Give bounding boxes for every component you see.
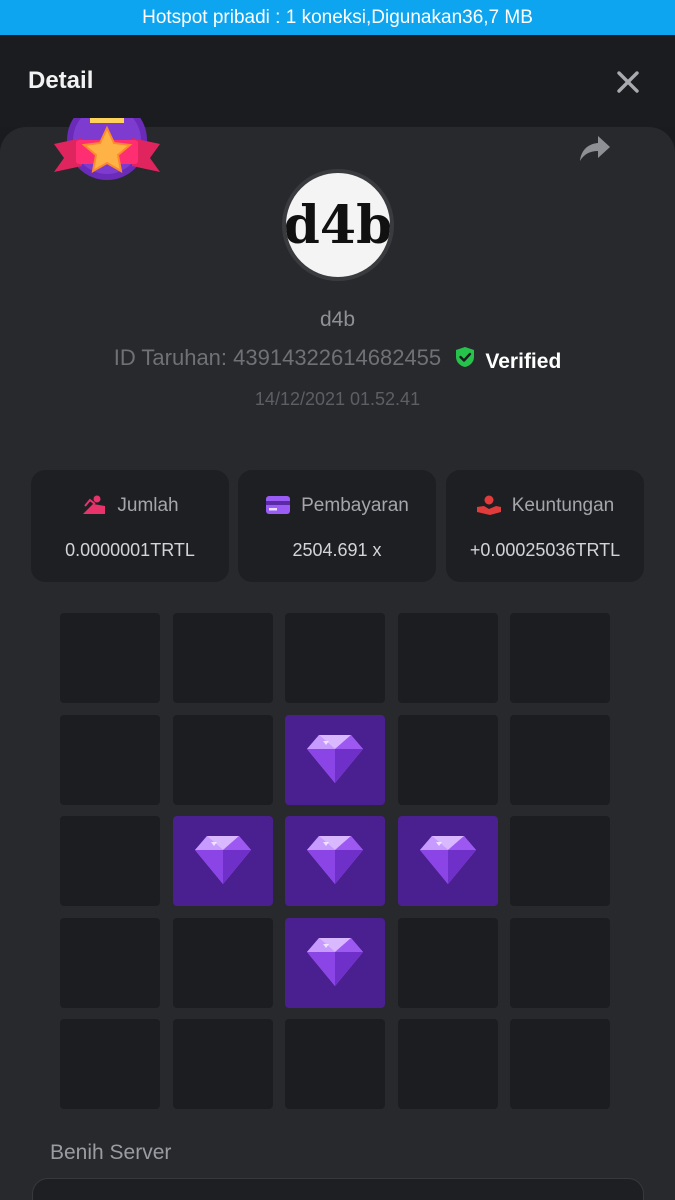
board-cell-gem[interactable] — [397, 816, 498, 906]
board-cell[interactable] — [510, 714, 610, 805]
stat-profit-label: Keuntungan — [511, 495, 615, 516]
bet-id-row: ID Taruhan: 43914322614682455 Verified — [0, 345, 675, 374]
share-button[interactable] — [578, 132, 612, 164]
gem-icon — [307, 836, 363, 884]
board-cell-gem[interactable] — [285, 714, 385, 805]
stat-payout-value: 2504.691 x — [292, 540, 382, 560]
coins-icon — [83, 495, 106, 514]
board-cell[interactable] — [285, 613, 385, 703]
win-badge — [52, 100, 162, 190]
board-cell[interactable] — [510, 1019, 610, 1109]
gem-icon — [419, 836, 476, 884]
verified-shield-icon — [456, 347, 475, 367]
share-icon — [580, 136, 610, 161]
board-cell[interactable] — [60, 816, 160, 906]
username: d4b — [319, 308, 356, 331]
board-cell[interactable] — [172, 613, 273, 703]
board-cell[interactable] — [60, 1019, 160, 1109]
gem-icon — [307, 734, 363, 783]
header: Detail — [0, 35, 675, 127]
board-cell[interactable] — [60, 917, 160, 1008]
board-cell-gem[interactable] — [285, 917, 385, 1008]
board-cell[interactable] — [510, 816, 610, 906]
bet-id-text: ID Taruhan: 43914322614682455 — [113, 345, 442, 370]
close-icon — [617, 71, 639, 93]
page-title: Detail — [28, 67, 94, 94]
stat-amount-label: Jumlah — [117, 495, 179, 516]
stat-amount-value: 0.0000001TRTL — [65, 540, 195, 560]
board-cell[interactable] — [172, 714, 273, 805]
verified-label: Verified — [485, 350, 562, 373]
stat-profit-value: +0.00025036TRTL — [469, 540, 621, 560]
board-cell[interactable] — [397, 714, 498, 805]
card-icon — [266, 496, 291, 514]
svg-text:d4b: d4b — [286, 195, 390, 256]
hotspot-status-text: Hotspot pribadi : 1 koneksi,Digunakan36,… — [142, 7, 533, 28]
server-seed-field[interactable] — [32, 1178, 644, 1200]
avatar: d4b — [282, 169, 394, 281]
board-cell[interactable] — [60, 613, 160, 703]
verified-badge: Verified — [455, 346, 561, 374]
bet-timestamp: 14/12/2021 01.52.41 — [254, 389, 421, 409]
server-seed-label: Benih Server — [50, 1141, 172, 1164]
board-cell[interactable] — [397, 1019, 498, 1109]
board-cell[interactable] — [510, 917, 610, 1008]
stat-amount: Jumlah 0.0000001TRTL — [31, 470, 229, 582]
hand-profit-icon — [476, 495, 501, 515]
stat-payout-label: Pembayaran — [301, 495, 409, 516]
board-cell-gem[interactable] — [285, 816, 385, 906]
gem-icon — [307, 937, 363, 986]
board-cell[interactable] — [172, 1019, 273, 1109]
board-cell[interactable] — [285, 1019, 385, 1109]
hotspot-status-bar[interactable]: Hotspot pribadi : 1 koneksi,Digunakan36,… — [0, 0, 675, 35]
win-star-badge-icon — [54, 100, 160, 180]
board-cell[interactable] — [397, 613, 498, 703]
stat-profit: Keuntungan +0.00025036TRTL — [446, 470, 644, 582]
board-cell[interactable] — [60, 714, 160, 805]
avatar-logo: d4b — [286, 195, 390, 256]
close-button[interactable] — [612, 66, 644, 98]
board-cell[interactable] — [397, 917, 498, 1008]
board-cell-gem[interactable] — [172, 816, 273, 906]
gem-icon — [194, 836, 251, 884]
stat-payout: Pembayaran 2504.691 x — [238, 470, 436, 582]
board-cell[interactable] — [172, 917, 273, 1008]
board-cell[interactable] — [510, 613, 610, 703]
